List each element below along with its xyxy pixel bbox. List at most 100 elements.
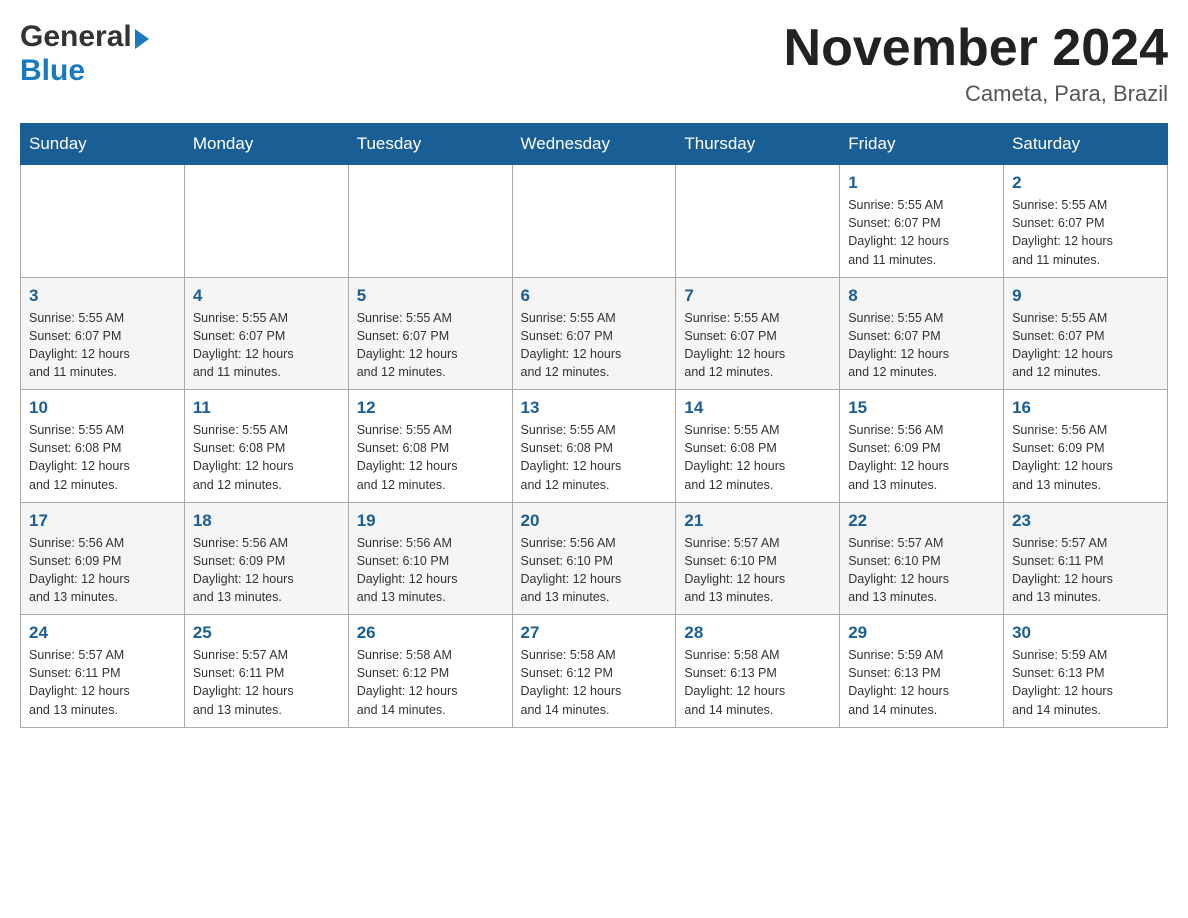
calendar-header-row: SundayMondayTuesdayWednesdayThursdayFrid… (21, 124, 1168, 165)
day-info: Sunrise: 5:56 AM Sunset: 6:09 PM Dayligh… (29, 534, 176, 607)
calendar-cell: 12 Sunrise: 5:55 AM Sunset: 6:08 PM Dayli… (348, 390, 512, 503)
day-info: Sunrise: 5:56 AM Sunset: 6:09 PM Dayligh… (193, 534, 340, 607)
logo-general-text: General (20, 20, 132, 54)
location: Cameta, Para, Brazil (784, 81, 1168, 107)
week-row-1: 1 Sunrise: 5:55 AM Sunset: 6:07 PM Daylig… (21, 165, 1168, 278)
logo-arrow-icon (135, 29, 149, 49)
day-info: Sunrise: 5:55 AM Sunset: 6:08 PM Dayligh… (684, 421, 831, 494)
day-info: Sunrise: 5:55 AM Sunset: 6:07 PM Dayligh… (193, 309, 340, 382)
day-number: 2 (1012, 173, 1159, 193)
calendar-cell: 9 Sunrise: 5:55 AM Sunset: 6:07 PM Daylig… (1004, 277, 1168, 390)
day-number: 8 (848, 286, 995, 306)
calendar-cell: 4Sunrise: 5:55 AM Sunset: 6:07 PM Daylig… (184, 277, 348, 390)
day-number: 19 (357, 511, 504, 531)
day-number: 29 (848, 623, 995, 643)
calendar-cell: 7 Sunrise: 5:55 AM Sunset: 6:07 PM Daylig… (676, 277, 840, 390)
day-info: Sunrise: 5:55 AM Sunset: 6:07 PM Dayligh… (1012, 309, 1159, 382)
day-info: Sunrise: 5:55 AM Sunset: 6:08 PM Dayligh… (521, 421, 668, 494)
page-header: General Blue November 2024 Cameta, Para,… (20, 20, 1168, 107)
header-friday: Friday (840, 124, 1004, 165)
calendar-cell: 17 Sunrise: 5:56 AM Sunset: 6:09 PM Dayli… (21, 502, 185, 615)
day-info: Sunrise: 5:58 AM Sunset: 6:13 PM Dayligh… (684, 646, 831, 719)
header-tuesday: Tuesday (348, 124, 512, 165)
day-info: Sunrise: 5:55 AM Sunset: 6:07 PM Dayligh… (521, 309, 668, 382)
day-number: 7 (684, 286, 831, 306)
day-number: 14 (684, 398, 831, 418)
day-info: Sunrise: 5:56 AM Sunset: 6:10 PM Dayligh… (357, 534, 504, 607)
day-number: 16 (1012, 398, 1159, 418)
day-info: Sunrise: 5:56 AM Sunset: 6:09 PM Dayligh… (848, 421, 995, 494)
day-info: Sunrise: 5:55 AM Sunset: 6:08 PM Dayligh… (29, 421, 176, 494)
day-info: Sunrise: 5:57 AM Sunset: 6:11 PM Dayligh… (193, 646, 340, 719)
calendar-cell: 10 Sunrise: 5:55 AM Sunset: 6:08 PM Dayli… (21, 390, 185, 503)
day-info: Sunrise: 5:56 AM Sunset: 6:09 PM Dayligh… (1012, 421, 1159, 494)
calendar-cell: 19 Sunrise: 5:56 AM Sunset: 6:10 PM Dayli… (348, 502, 512, 615)
calendar-cell: 22 Sunrise: 5:57 AM Sunset: 6:10 PM Dayli… (840, 502, 1004, 615)
header-wednesday: Wednesday (512, 124, 676, 165)
day-number: 24 (29, 623, 176, 643)
header-monday: Monday (184, 124, 348, 165)
day-number: 23 (1012, 511, 1159, 531)
day-info: Sunrise: 5:59 AM Sunset: 6:13 PM Dayligh… (1012, 646, 1159, 719)
week-row-3: 10 Sunrise: 5:55 AM Sunset: 6:08 PM Dayli… (21, 390, 1168, 503)
day-number: 15 (848, 398, 995, 418)
day-number: 26 (357, 623, 504, 643)
day-number: 17 (29, 511, 176, 531)
header-saturday: Saturday (1004, 124, 1168, 165)
calendar-table: SundayMondayTuesdayWednesdayThursdayFrid… (20, 123, 1168, 728)
calendar-cell: 20 Sunrise: 5:56 AM Sunset: 6:10 PM Dayli… (512, 502, 676, 615)
day-number: 3 (29, 286, 176, 306)
day-info: Sunrise: 5:58 AM Sunset: 6:12 PM Dayligh… (357, 646, 504, 719)
day-number: 12 (357, 398, 504, 418)
calendar-cell: 15 Sunrise: 5:56 AM Sunset: 6:09 PM Dayli… (840, 390, 1004, 503)
day-info: Sunrise: 5:55 AM Sunset: 6:07 PM Dayligh… (848, 196, 995, 269)
day-number: 11 (193, 398, 340, 418)
day-info: Sunrise: 5:55 AM Sunset: 6:07 PM Dayligh… (684, 309, 831, 382)
day-number: 21 (684, 511, 831, 531)
calendar-cell: 23 Sunrise: 5:57 AM Sunset: 6:11 PM Dayli… (1004, 502, 1168, 615)
calendar-cell (184, 165, 348, 278)
day-number: 18 (193, 511, 340, 531)
day-info: Sunrise: 5:57 AM Sunset: 6:11 PM Dayligh… (1012, 534, 1159, 607)
day-info: Sunrise: 5:57 AM Sunset: 6:10 PM Dayligh… (848, 534, 995, 607)
day-number: 6 (521, 286, 668, 306)
day-number: 1 (848, 173, 995, 193)
day-info: Sunrise: 5:55 AM Sunset: 6:07 PM Dayligh… (357, 309, 504, 382)
calendar-cell (676, 165, 840, 278)
calendar-cell: 3Sunrise: 5:55 AM Sunset: 6:07 PM Daylig… (21, 277, 185, 390)
header-thursday: Thursday (676, 124, 840, 165)
day-number: 30 (1012, 623, 1159, 643)
calendar-cell: 2 Sunrise: 5:55 AM Sunset: 6:07 PM Daylig… (1004, 165, 1168, 278)
day-info: Sunrise: 5:55 AM Sunset: 6:08 PM Dayligh… (357, 421, 504, 494)
day-info: Sunrise: 5:57 AM Sunset: 6:11 PM Dayligh… (29, 646, 176, 719)
calendar-cell: 27 Sunrise: 5:58 AM Sunset: 6:12 PM Dayli… (512, 615, 676, 728)
day-info: Sunrise: 5:56 AM Sunset: 6:10 PM Dayligh… (521, 534, 668, 607)
calendar-cell: 16 Sunrise: 5:56 AM Sunset: 6:09 PM Dayli… (1004, 390, 1168, 503)
day-number: 27 (521, 623, 668, 643)
calendar-cell: 13Sunrise: 5:55 AM Sunset: 6:08 PM Dayli… (512, 390, 676, 503)
day-number: 10 (29, 398, 176, 418)
day-number: 28 (684, 623, 831, 643)
calendar-cell (21, 165, 185, 278)
calendar-cell: 29Sunrise: 5:59 AM Sunset: 6:13 PM Dayli… (840, 615, 1004, 728)
calendar-cell (512, 165, 676, 278)
calendar-cell: 25 Sunrise: 5:57 AM Sunset: 6:11 PM Dayli… (184, 615, 348, 728)
month-title: November 2024 (784, 20, 1168, 77)
day-info: Sunrise: 5:55 AM Sunset: 6:07 PM Dayligh… (1012, 196, 1159, 269)
day-info: Sunrise: 5:58 AM Sunset: 6:12 PM Dayligh… (521, 646, 668, 719)
calendar-cell: 26 Sunrise: 5:58 AM Sunset: 6:12 PM Dayli… (348, 615, 512, 728)
day-number: 20 (521, 511, 668, 531)
day-number: 25 (193, 623, 340, 643)
week-row-4: 17 Sunrise: 5:56 AM Sunset: 6:09 PM Dayli… (21, 502, 1168, 615)
day-info: Sunrise: 5:57 AM Sunset: 6:10 PM Dayligh… (684, 534, 831, 607)
logo: General Blue (20, 20, 149, 88)
day-number: 22 (848, 511, 995, 531)
calendar-cell: 11Sunrise: 5:55 AM Sunset: 6:08 PM Dayli… (184, 390, 348, 503)
calendar-cell: 18 Sunrise: 5:56 AM Sunset: 6:09 PM Dayli… (184, 502, 348, 615)
day-info: Sunrise: 5:55 AM Sunset: 6:07 PM Dayligh… (848, 309, 995, 382)
week-row-5: 24 Sunrise: 5:57 AM Sunset: 6:11 PM Dayli… (21, 615, 1168, 728)
calendar-cell: 5Sunrise: 5:55 AM Sunset: 6:07 PM Daylig… (348, 277, 512, 390)
calendar-cell: 21 Sunrise: 5:57 AM Sunset: 6:10 PM Dayli… (676, 502, 840, 615)
day-number: 9 (1012, 286, 1159, 306)
calendar-cell: 1 Sunrise: 5:55 AM Sunset: 6:07 PM Daylig… (840, 165, 1004, 278)
